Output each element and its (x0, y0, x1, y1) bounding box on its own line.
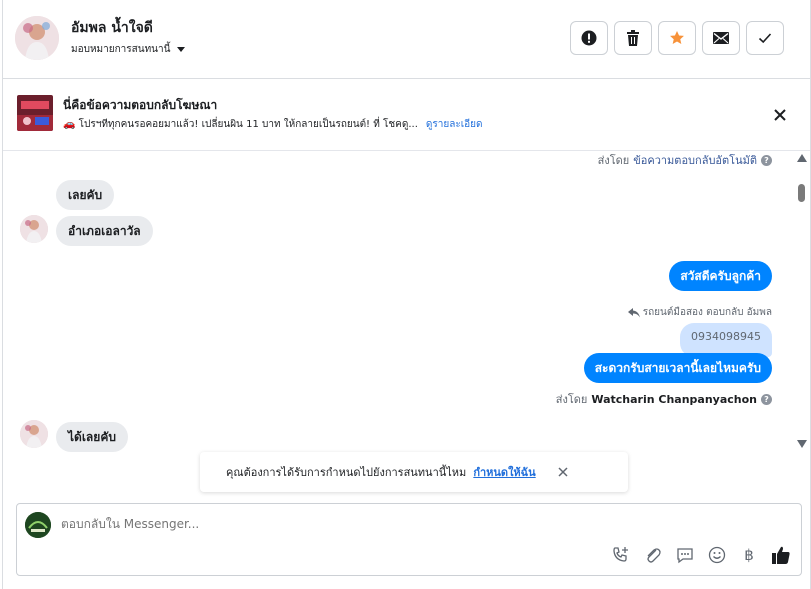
emoji-icon[interactable] (707, 545, 727, 565)
incoming-message: อำเภอเอลาวัล (56, 216, 153, 246)
assign-suggestion-toast: คุณต้องการได้รับการกำหนดไปยังการสนทนานี้… (200, 452, 628, 492)
toast-text: คุณต้องการได้รับการกำหนดไปยังการสนทนานี้… (226, 466, 467, 479)
like-icon[interactable] (771, 545, 791, 565)
info-icon[interactable]: ? (761, 393, 772, 405)
saved-reply-icon[interactable] (675, 545, 695, 565)
auto-reply-meta: ส่งโดย ข้อความตอบกลับอัตโนมัติ ? (598, 151, 772, 169)
mark-done-button[interactable] (746, 21, 784, 55)
conversation-header: อัมพล น้ำใจดี มอบหมายการสนทนานี้ (3, 0, 810, 79)
envelope-icon (713, 32, 729, 44)
reply-indicator: รถยนต์มือสอง ตอบกลับ อัมพล (627, 305, 772, 320)
info-icon[interactable]: ? (761, 154, 772, 166)
scroll-up-icon[interactable] (797, 154, 807, 162)
star-icon (670, 31, 684, 44)
caret-down-icon (177, 47, 186, 52)
contact-avatar-small (20, 215, 48, 243)
page-avatar (25, 512, 51, 538)
delete-button[interactable] (614, 21, 652, 55)
baht-icon[interactable]: ฿ (739, 545, 759, 565)
contact-avatar-small (20, 420, 48, 448)
outgoing-message: สวัสดีครับลูกค้า (669, 261, 772, 291)
assign-label: มอบหมายการสนทนานี้ (71, 44, 171, 55)
assign-to-me-link[interactable]: กำหนดให้ฉัน (473, 463, 535, 481)
star-button[interactable] (658, 21, 696, 55)
contact-name: อัมพล น้ำใจดี (71, 20, 153, 36)
auto-reply-source: ข้อความตอบกลับอัตโนมัติ (633, 154, 757, 167)
attach-icon[interactable] (643, 545, 663, 565)
contact-avatar[interactable] (15, 16, 59, 60)
incoming-message: ได้เลยคับ (56, 422, 128, 452)
conversation-panel: อัมพล น้ำใจดี มอบหมายการสนทนานี้ นี่คือข… (2, 0, 811, 589)
quoted-message: 0934098945 (680, 323, 772, 357)
scrollbar-thumb[interactable] (798, 184, 805, 202)
reply-indicator-text: รถยนต์มือสอง ตอบกลับ อัมพล (642, 307, 772, 318)
close-banner-button[interactable] (772, 107, 788, 123)
alert-icon (581, 30, 597, 46)
scroll-down-icon[interactable] (797, 440, 807, 448)
incoming-message: เลยคับ (56, 180, 115, 210)
outgoing-message: สะดวกรับสายเวลานี้เลยไหมครับ (583, 353, 772, 383)
trash-icon (627, 30, 639, 46)
assign-dropdown[interactable]: มอบหมายการสนทนานี้ (71, 42, 186, 57)
composer-toolbar: ฿ (611, 545, 791, 565)
close-icon (774, 109, 786, 121)
ad-thumbnail (17, 95, 53, 131)
ad-detail-link[interactable]: ดูรายละเอียด (426, 117, 483, 132)
ad-snippet: 🚗 โปรฯทีทุกคนรอคอยมาแล้ว! เปลี่ยนผิน 11 … (63, 119, 418, 130)
mark-spam-button[interactable] (570, 21, 608, 55)
sent-by-meta: ส่งโดย Watcharin Chanpanyachon ? (556, 390, 772, 408)
sent-by-prefix: ส่งโดย (597, 154, 630, 167)
call-add-icon[interactable] (611, 545, 631, 565)
ad-reply-banner: นี่คือข้อความตอบกลับโฆษณา 🚗 โปรฯทีทุกคนร… (3, 80, 810, 151)
message-composer: ฿ (16, 503, 802, 576)
reply-arrow-icon (627, 307, 640, 317)
message-thread[interactable]: ส่งโดย ข้อความตอบกลับอัตโนมัติ ? เลยคับ … (3, 151, 798, 452)
header-actions (570, 21, 784, 55)
ad-snippet-row: 🚗 โปรฯทีทุกคนรอคอยมาแล้ว! เปลี่ยนผิน 11 … (63, 117, 483, 132)
close-icon (558, 467, 568, 477)
sent-by-agent[interactable]: Watcharin Chanpanyachon (591, 393, 757, 406)
thread-scrollbar[interactable] (796, 151, 810, 452)
check-icon (758, 33, 772, 44)
sent-by-prefix: ส่งโดย (555, 393, 588, 406)
mark-unread-button[interactable] (702, 21, 740, 55)
reply-input[interactable] (61, 517, 561, 531)
ad-title: นี่คือข้อความตอบกลับโฆษณา (63, 98, 218, 112)
close-toast-button[interactable] (557, 466, 569, 478)
